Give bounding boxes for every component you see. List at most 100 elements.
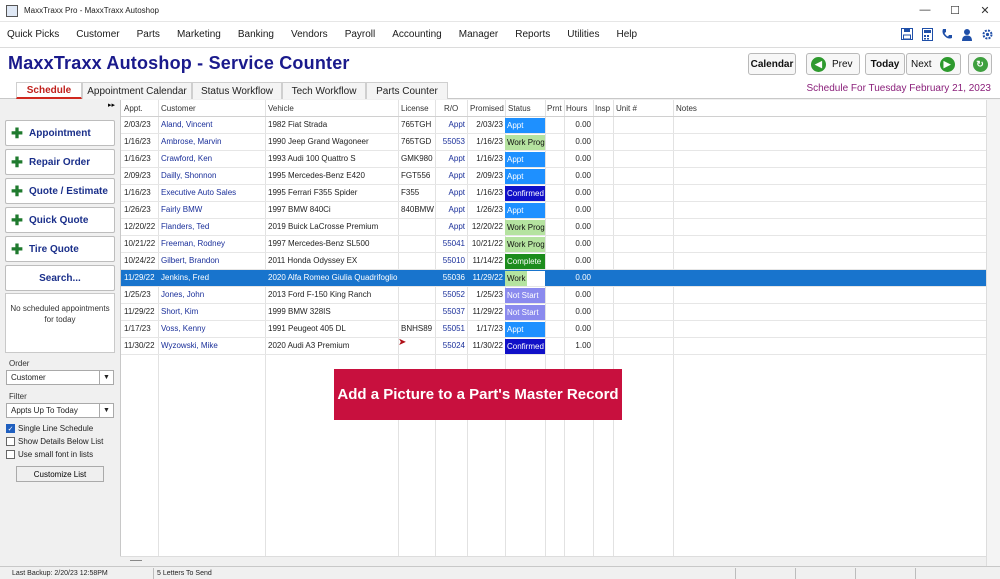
table-row[interactable]: 1/16/23 Ambrose, Marvin 1990 Jeep Grand Wa… bbox=[121, 134, 987, 151]
menu-marketing[interactable]: Marketing bbox=[170, 29, 231, 40]
column-header-unit[interactable]: Unit # bbox=[616, 104, 637, 113]
phone-icon[interactable] bbox=[940, 26, 954, 42]
gear-icon[interactable] bbox=[980, 26, 994, 42]
status-badge: Complete bbox=[505, 254, 545, 269]
tab-appointment-calendar[interactable]: Appointment Calendar bbox=[82, 82, 192, 99]
order-select[interactable]: Customer ▼ bbox=[6, 370, 114, 385]
column-header-hours[interactable]: Hours bbox=[566, 104, 587, 113]
cell-customer: Aland, Vincent bbox=[161, 120, 213, 129]
column-header-notes[interactable]: Notes bbox=[676, 104, 697, 113]
next-label: Next bbox=[911, 58, 932, 70]
refresh-button[interactable]: ↻ bbox=[968, 53, 992, 75]
title-bar: MaxxTraxx Pro - MaxxTraxx Autoshop — ☐ ✕ bbox=[0, 0, 1000, 22]
cell-ro: Appt bbox=[448, 222, 465, 231]
column-header-customer[interactable]: Customer bbox=[161, 104, 196, 113]
today-button[interactable]: Today bbox=[865, 53, 905, 75]
table-row[interactable]: 1/17/23 Voss, Kenny 1991 Peugeot 405 DL BNH… bbox=[121, 321, 987, 338]
menu-reports[interactable]: Reports bbox=[508, 29, 560, 40]
cell-hours: 0.00 bbox=[575, 324, 591, 333]
cell-license: F355 bbox=[401, 188, 420, 197]
table-row[interactable]: 12/20/22 Flanders, Ted 2019 Buick LaCrosse… bbox=[121, 219, 987, 236]
table-row[interactable]: 10/24/22 Gilbert, Brandon 2011 Honda Odyss… bbox=[121, 253, 987, 270]
single-line-schedule-checkbox[interactable]: ✓ Single Line Schedule bbox=[6, 424, 93, 433]
cell-license bbox=[401, 236, 434, 252]
cell-ro: 55041 bbox=[442, 239, 465, 248]
cell-ro: 55037 bbox=[442, 307, 465, 316]
show-details-checkbox[interactable]: Show Details Below List bbox=[6, 437, 103, 446]
column-header-appt[interactable]: Appt. bbox=[124, 104, 143, 113]
tab-status-workflow[interactable]: Status Workflow bbox=[192, 82, 282, 99]
tab-schedule[interactable]: Schedule bbox=[16, 82, 82, 99]
column-header-promised[interactable]: Promised bbox=[470, 104, 504, 113]
cell-license bbox=[401, 287, 434, 303]
cell-appt: 1/25/23 bbox=[124, 290, 151, 299]
tab-bar: Schedule Appointment Calendar Status Wor… bbox=[0, 82, 1000, 99]
tab-parts-counter[interactable]: Parts Counter bbox=[366, 82, 448, 99]
menu-accounting[interactable]: Accounting bbox=[385, 29, 451, 40]
menu-vendors[interactable]: Vendors bbox=[284, 29, 338, 40]
minimize-button[interactable]: — bbox=[910, 0, 940, 20]
status-badge: Confirmed bbox=[505, 339, 545, 354]
calendar-button[interactable]: Calendar bbox=[748, 53, 796, 75]
menu-manager[interactable]: Manager bbox=[452, 29, 508, 40]
status-badge: Appt bbox=[505, 118, 545, 133]
table-row[interactable]: 2/03/23 Aland, Vincent 1982 Fiat Strada 765… bbox=[121, 117, 987, 134]
appointment-label: Appointment bbox=[29, 127, 91, 139]
table-row[interactable]: 11/29/22 Jenkins, Fred 2020 Alfa Romeo Giu… bbox=[121, 270, 987, 298]
customize-list-button[interactable]: Customize List bbox=[16, 466, 104, 482]
cell-promised: 2/03/23 bbox=[476, 120, 503, 129]
cell-appt: 2/09/23 bbox=[124, 171, 151, 180]
table-row[interactable]: 1/26/23 Fairly BMW 1997 BMW 840Ci 840BMW App… bbox=[121, 202, 987, 219]
menu-payroll[interactable]: Payroll bbox=[338, 29, 386, 40]
table-row[interactable]: 11/30/22 Wyzowski, Mike 2020 Audi A3 Premi… bbox=[121, 338, 987, 355]
next-button[interactable]: Next ▶ bbox=[906, 53, 961, 75]
menu-customer[interactable]: Customer bbox=[69, 29, 129, 40]
search-button[interactable]: Search... bbox=[5, 265, 115, 291]
letters-to-send-status: 5 Letters To Send bbox=[154, 567, 736, 579]
tire-quote-button[interactable]: ✚ Tire Quote bbox=[5, 236, 115, 262]
prev-button[interactable]: ◀ Prev bbox=[806, 53, 860, 75]
column-header-vehicle[interactable]: Vehicle bbox=[268, 104, 294, 113]
cell-vehicle: 1997 BMW 840Ci bbox=[268, 205, 331, 214]
calculator-icon[interactable] bbox=[920, 26, 934, 42]
small-font-checkbox[interactable]: Use small font in lists bbox=[6, 450, 93, 459]
filter-select[interactable]: Appts Up To Today ▼ bbox=[6, 403, 114, 418]
cell-promised: 1/17/23 bbox=[476, 324, 503, 333]
menu-parts[interactable]: Parts bbox=[130, 29, 170, 40]
checkbox-icon bbox=[6, 437, 15, 446]
table-row[interactable]: 11/29/22 Short, Kim 1999 BMW 328IS 55037 11/… bbox=[121, 304, 987, 321]
close-button[interactable]: ✕ bbox=[970, 0, 1000, 20]
maximize-button[interactable]: ☐ bbox=[940, 0, 970, 20]
vertical-scrollbar[interactable] bbox=[986, 100, 1000, 566]
menu-help[interactable]: Help bbox=[609, 29, 647, 40]
user-icon[interactable] bbox=[960, 26, 974, 42]
save-icon[interactable] bbox=[900, 26, 914, 42]
table-row[interactable]: 1/16/23 Executive Auto Sales 1995 Ferrari … bbox=[121, 185, 987, 202]
column-header-ro[interactable]: R/O bbox=[444, 104, 458, 113]
cell-promised: 1/16/23 bbox=[476, 154, 503, 163]
table-row[interactable]: 1/16/23 Crawford, Ken 1993 Audi 100 Quattr… bbox=[121, 151, 987, 168]
cell-license bbox=[401, 219, 434, 235]
table-row[interactable]: 1/25/23 Jones, John 2013 Ford F-150 King R… bbox=[121, 287, 987, 304]
column-header-status[interactable]: Status bbox=[508, 104, 531, 113]
window-title: MaxxTraxx Pro - MaxxTraxx Autoshop bbox=[24, 6, 159, 15]
menu-utilities[interactable]: Utilities bbox=[560, 29, 609, 40]
cell-promised: 11/29/22 bbox=[472, 273, 503, 282]
repair-order-button[interactable]: ✚ Repair Order bbox=[5, 149, 115, 175]
column-header-license[interactable]: License bbox=[401, 104, 429, 113]
column-header-prnt[interactable]: Prnt bbox=[547, 104, 562, 113]
cell-appt: 1/16/23 bbox=[124, 188, 151, 197]
column-header-insp[interactable]: Insp bbox=[595, 104, 610, 113]
horizontal-scrollbar[interactable] bbox=[120, 556, 986, 566]
menu-banking[interactable]: Banking bbox=[231, 29, 284, 40]
table-row[interactable]: 10/21/22 Freeman, Rodney 1997 Mercedes-Ben… bbox=[121, 236, 987, 253]
quote-estimate-button[interactable]: ✚ Quote / Estimate bbox=[5, 178, 115, 204]
tab-tech-workflow[interactable]: Tech Workflow bbox=[282, 82, 366, 99]
quick-quote-button[interactable]: ✚ Quick Quote bbox=[5, 207, 115, 233]
cell-customer: Flanders, Ted bbox=[161, 222, 210, 231]
menu-quick-picks[interactable]: Quick Picks bbox=[0, 29, 69, 40]
cell-vehicle: 1995 Mercedes-Benz E420 bbox=[268, 171, 365, 180]
collapse-sidebar-icon[interactable]: ▸▸ bbox=[108, 101, 115, 109]
appointment-button[interactable]: ✚ Appointment bbox=[5, 120, 115, 146]
table-row[interactable]: 2/09/23 Dailly, Shonnon 1995 Mercedes-Benz… bbox=[121, 168, 987, 185]
